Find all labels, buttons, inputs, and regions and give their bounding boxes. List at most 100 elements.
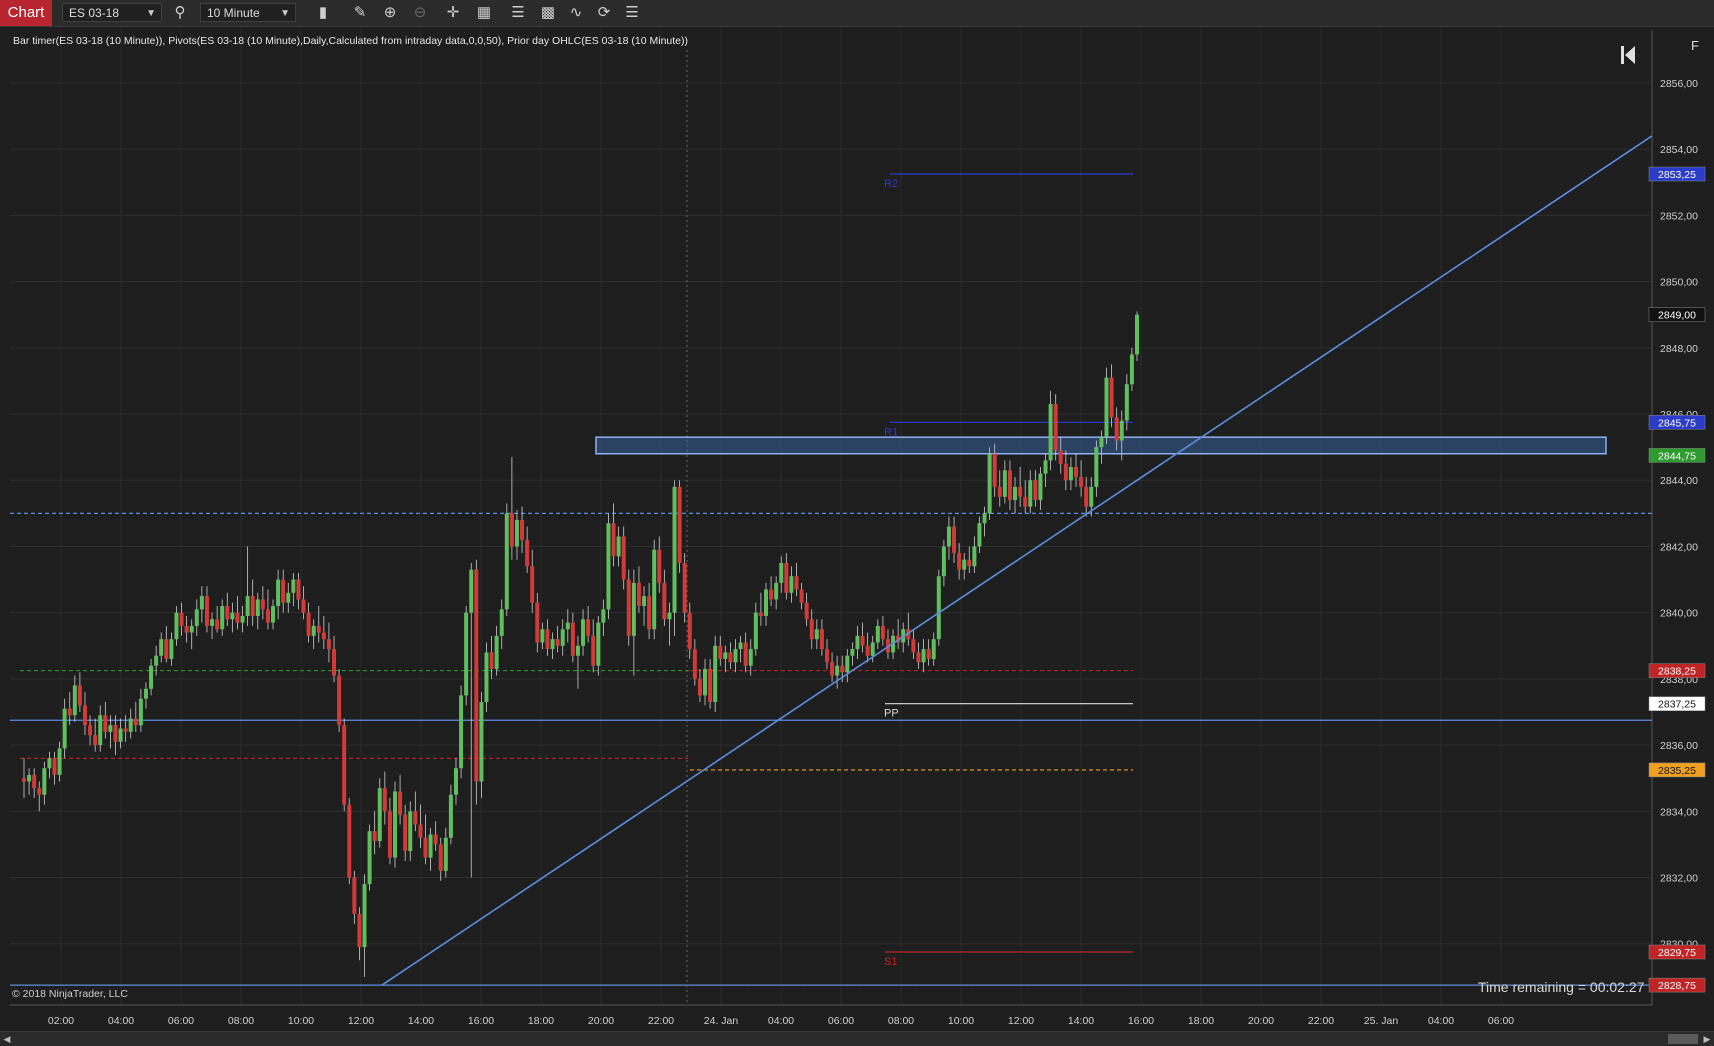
price-chart[interactable]: 02:00 04:00 06:00 08:00 10:00 12:00 14:00 16:00… — [0, 0, 1714, 1031]
candle-body — [194, 609, 199, 626]
candle-body — [133, 718, 138, 726]
candle-body — [1033, 480, 1038, 501]
y-tick-label: 2844,00 — [1660, 475, 1698, 487]
candle-body — [957, 553, 962, 570]
candle-body — [1068, 466, 1073, 481]
x-tick-label: 16:00 — [468, 1015, 494, 1027]
candle-body — [225, 606, 230, 620]
scroll-thumb[interactable] — [1668, 1034, 1698, 1044]
candle-body — [398, 791, 403, 815]
candle-body — [1114, 417, 1119, 441]
candle-body — [291, 579, 296, 593]
candle-body — [1048, 404, 1053, 461]
candle-body — [245, 596, 250, 616]
scroll-left-icon[interactable]: ◀ — [0, 1032, 14, 1046]
candle-body — [962, 559, 967, 570]
candle-body — [179, 612, 184, 626]
pivot-label-pp: PP — [884, 708, 899, 720]
candle-body — [616, 536, 621, 557]
candle-body — [530, 566, 535, 603]
candle-body — [321, 632, 326, 640]
candle-body — [113, 725, 118, 742]
candle-body — [1109, 377, 1114, 418]
price-marker-label: 2849,00 — [1658, 310, 1696, 322]
price-marker-label: 2837,25 — [1658, 699, 1696, 711]
candle-body — [37, 788, 42, 795]
candle-body — [565, 622, 570, 630]
x-tick-label: 08:00 — [228, 1015, 254, 1027]
x-tick-label: 06:00 — [168, 1015, 194, 1027]
candle-body — [535, 602, 540, 643]
candle-body — [499, 609, 504, 636]
y-tick-label: 2856,00 — [1660, 78, 1698, 90]
candle-body — [1058, 450, 1063, 464]
candle-body — [723, 652, 728, 660]
candle-body — [27, 774, 32, 782]
candle-body — [332, 649, 337, 676]
candle-body — [824, 649, 829, 663]
candle-body — [642, 596, 647, 607]
f-button[interactable]: F — [1686, 36, 1704, 56]
candle-body — [199, 596, 204, 610]
candle-body — [1007, 470, 1012, 501]
candle-body — [713, 645, 718, 703]
candle-body — [433, 834, 438, 845]
price-marker-label: 2829,75 — [1658, 947, 1696, 959]
y-tick-label: 2848,00 — [1660, 343, 1698, 355]
candle-body — [550, 639, 555, 650]
candle-body — [88, 725, 93, 736]
candle-body — [758, 612, 763, 616]
pivot-label-r2: R2 — [884, 178, 898, 190]
x-tick-label: 18:00 — [1188, 1015, 1214, 1027]
candle-body — [509, 513, 514, 547]
candle-body — [72, 685, 77, 716]
candle-body — [123, 728, 128, 732]
y-tick-label: 2832,00 — [1660, 873, 1698, 885]
x-tick-label: 16:00 — [1128, 1015, 1154, 1027]
x-tick-label: 24. Jan — [704, 1015, 739, 1027]
candle-body — [870, 642, 875, 656]
candle-body — [250, 596, 255, 616]
candle-body — [830, 662, 835, 676]
skip-to-end-icon[interactable] — [1619, 44, 1637, 66]
candle-body — [992, 453, 997, 487]
candle-body — [484, 652, 489, 703]
scroll-right-icon[interactable]: ▶ — [1700, 1032, 1714, 1046]
candle-body — [82, 705, 87, 726]
candle-body — [342, 725, 347, 805]
candle-body — [855, 635, 860, 650]
candle-body — [835, 665, 840, 676]
candle-body — [850, 649, 855, 656]
x-tick-label: 14:00 — [1068, 1015, 1094, 1027]
x-tick-label: 02:00 — [48, 1015, 74, 1027]
candle-body — [1063, 463, 1068, 481]
candle-body — [931, 639, 936, 660]
candle-body — [1043, 460, 1048, 474]
candle-body — [382, 788, 387, 812]
candle-body — [42, 768, 47, 795]
candle-body — [47, 758, 52, 769]
candle-body — [1074, 466, 1079, 477]
candle-body — [789, 576, 794, 593]
candle-body — [977, 523, 982, 547]
y-tick-label: 2842,00 — [1660, 541, 1698, 553]
candle-body — [489, 652, 494, 669]
x-tick-label: 22:00 — [648, 1015, 674, 1027]
horizontal-scrollbar[interactable]: ◀ ▶ — [0, 1031, 1714, 1046]
candle-body — [794, 576, 799, 590]
candle-body — [804, 602, 809, 620]
price-marker-label: 2845,75 — [1658, 417, 1696, 429]
candle-body — [845, 655, 850, 673]
candle-body — [372, 831, 377, 842]
candle-body — [672, 486, 677, 613]
candle-body — [865, 645, 870, 656]
candle-body — [326, 639, 331, 650]
candle-body — [809, 619, 814, 640]
candle-body — [255, 599, 260, 616]
candle-body — [77, 685, 82, 706]
candle-body — [606, 523, 611, 610]
candle-body — [108, 725, 113, 732]
candle-body — [1084, 486, 1089, 507]
y-tick-label: 2852,00 — [1660, 210, 1698, 222]
candle-body — [525, 539, 530, 567]
